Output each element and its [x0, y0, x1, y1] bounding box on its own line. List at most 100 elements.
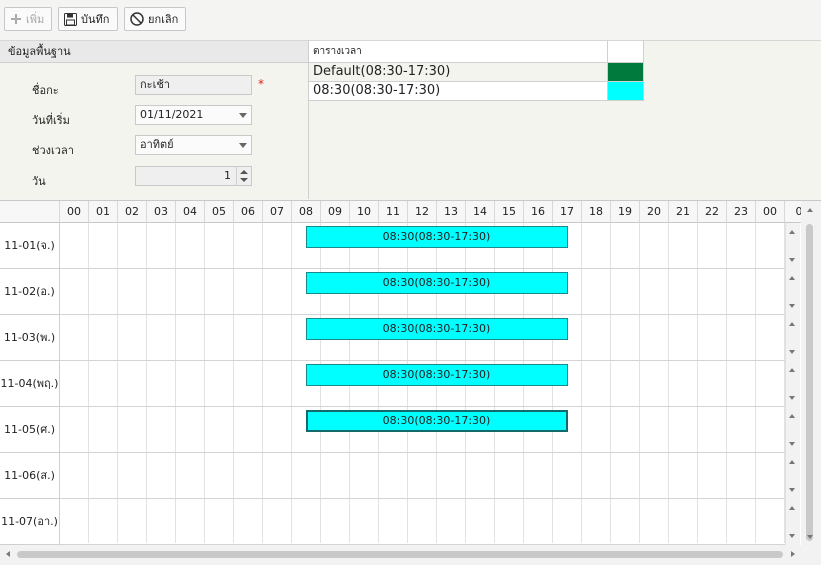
save-button-label: บันทึก — [81, 13, 110, 26]
vertical-scrollbar[interactable] — [801, 201, 821, 545]
hour-gridline — [639, 223, 640, 543]
vertical-scroll-thumb[interactable] — [806, 224, 813, 541]
shift-name-field[interactable]: กะเช้า — [135, 75, 252, 95]
hour-header: 07 — [263, 201, 292, 223]
hour-header: 03 — [147, 201, 176, 223]
add-button[interactable]: เพิ่ม — [4, 7, 52, 31]
row-scroll-down-icon[interactable] — [789, 488, 795, 492]
schedule-item[interactable]: Default(08:30-17:30) — [309, 63, 608, 82]
hour-gridline — [175, 223, 176, 543]
add-button-label: เพิ่ม — [26, 13, 45, 26]
row-scroll-up-icon[interactable] — [789, 506, 795, 510]
hour-header: 10 — [350, 201, 379, 223]
hour-header: 00 — [60, 201, 89, 223]
day-row-label: 11-04(พฤ.) — [0, 361, 60, 407]
hour-header: 08 — [292, 201, 321, 223]
horizontal-scroll-thumb[interactable] — [17, 551, 783, 558]
hour-gridline — [291, 223, 292, 543]
shift-bar[interactable]: 08:30(08:30-17:30) — [305, 226, 568, 248]
timeline-corner-header — [0, 201, 60, 223]
schedule-color-header — [608, 41, 644, 63]
shift-bar[interactable]: 08:30(08:30-17:30) — [305, 272, 568, 294]
stepper-up-icon[interactable] — [240, 170, 248, 174]
shift-bar[interactable]: 08:30(08:30-17:30) — [305, 364, 568, 386]
schedule-list-header: ตารางเวลา — [309, 41, 608, 63]
hour-gridline — [146, 223, 147, 543]
day-row-label: 11-01(จ.) — [0, 223, 60, 269]
scroll-right-icon[interactable] — [791, 551, 795, 557]
shift-bar[interactable]: 08:30(08:30-17:30) — [305, 318, 568, 340]
chevron-down-icon[interactable] — [239, 113, 247, 118]
day-row-label: 11-06(ส.) — [0, 453, 60, 499]
shift-name-value: กะเช้า — [140, 78, 170, 91]
timeline-grid: 00 01 02 03 04 05 06 07 08 09 10 11 12 13 14 15 16 17 18 19… — [0, 200, 821, 565]
row-scroll-up-icon[interactable] — [789, 460, 795, 464]
row-divider — [60, 498, 785, 499]
day-row-label: 11-07(อา.) — [0, 499, 60, 545]
plus-icon — [11, 14, 21, 24]
hour-header: 17 — [553, 201, 582, 223]
start-date-value: 01/11/2021 — [140, 108, 204, 121]
hour-header: 00 — [756, 201, 785, 223]
hour-gridline — [755, 223, 756, 543]
row-scroll-up-icon[interactable] — [789, 414, 795, 418]
floppy-disk-icon — [64, 12, 77, 26]
period-value: อาทิตย์ — [140, 138, 174, 151]
days-stepper[interactable]: 1 — [135, 166, 252, 186]
row-scroll-up-icon[interactable] — [789, 230, 795, 234]
hour-gridline — [668, 223, 669, 543]
required-mark: * — [258, 77, 264, 91]
day-row-label: 11-05(ศ.) — [0, 407, 60, 453]
row-scroll-down-icon[interactable] — [789, 534, 795, 538]
cancel-icon — [130, 12, 144, 26]
schedule-color-swatch — [608, 63, 644, 82]
hour-header: 21 — [669, 201, 698, 223]
hour-header: 11 — [379, 201, 408, 223]
hour-gridline — [88, 223, 89, 543]
row-scroll-up-icon[interactable] — [789, 322, 795, 326]
row-scroll-down-icon[interactable] — [789, 258, 795, 262]
hour-header: 09 — [321, 201, 350, 223]
row-scroll-down-icon[interactable] — [789, 304, 795, 308]
hour-header: 05 — [205, 201, 234, 223]
save-button[interactable]: บันทึก — [58, 7, 118, 31]
row-scroll-up-icon[interactable] — [789, 276, 795, 280]
row-scroll-track — [785, 223, 800, 545]
schedule-item[interactable]: 08:30(08:30-17:30) — [309, 82, 608, 101]
cancel-button[interactable]: ยกเลิก — [124, 7, 186, 31]
hour-header: 20 — [640, 201, 669, 223]
stepper-buttons[interactable] — [236, 167, 251, 185]
days-value: 1 — [224, 169, 231, 182]
hour-header: 15 — [495, 201, 524, 223]
hour-header: 02 — [118, 201, 147, 223]
stepper-down-icon[interactable] — [240, 178, 248, 182]
row-scroll-down-icon[interactable] — [789, 442, 795, 446]
hour-gridline — [697, 223, 698, 543]
shift-bar[interactable]: 08:30(08:30-17:30) — [305, 410, 568, 432]
schedule-item-name: 08:30(08:30-17:30) — [313, 83, 441, 98]
day-row-label: 11-02(อ.) — [0, 269, 60, 315]
scroll-left-icon[interactable] — [6, 551, 10, 557]
start-date-field[interactable]: 01/11/2021 — [135, 105, 252, 125]
row-divider — [60, 314, 785, 315]
days-label: วัน — [32, 175, 46, 188]
schedule-color-swatch — [608, 82, 644, 101]
chevron-down-icon[interactable] — [239, 143, 247, 148]
row-scroll-up-icon[interactable] — [789, 368, 795, 372]
scroll-up-icon[interactable] — [807, 208, 813, 212]
hour-header: 14 — [466, 201, 495, 223]
horizontal-scrollbar[interactable] — [0, 545, 821, 565]
hour-gridline — [117, 223, 118, 543]
hour-header: 16 — [524, 201, 553, 223]
scroll-down-icon[interactable] — [807, 535, 813, 539]
row-divider — [60, 452, 785, 453]
row-scroll-down-icon[interactable] — [789, 396, 795, 400]
hour-gridline — [581, 223, 582, 543]
period-select[interactable]: อาทิตย์ — [135, 135, 252, 155]
hour-gridline — [233, 223, 234, 543]
basic-info-panel: ข้อมูลพื้นฐาน ชื่อกะ กะเช้า * วันที่เริ่… — [0, 41, 309, 199]
hour-gridline — [610, 223, 611, 543]
hour-header: 01 — [89, 201, 118, 223]
hour-header: 19 — [611, 201, 640, 223]
row-scroll-down-icon[interactable] — [789, 350, 795, 354]
